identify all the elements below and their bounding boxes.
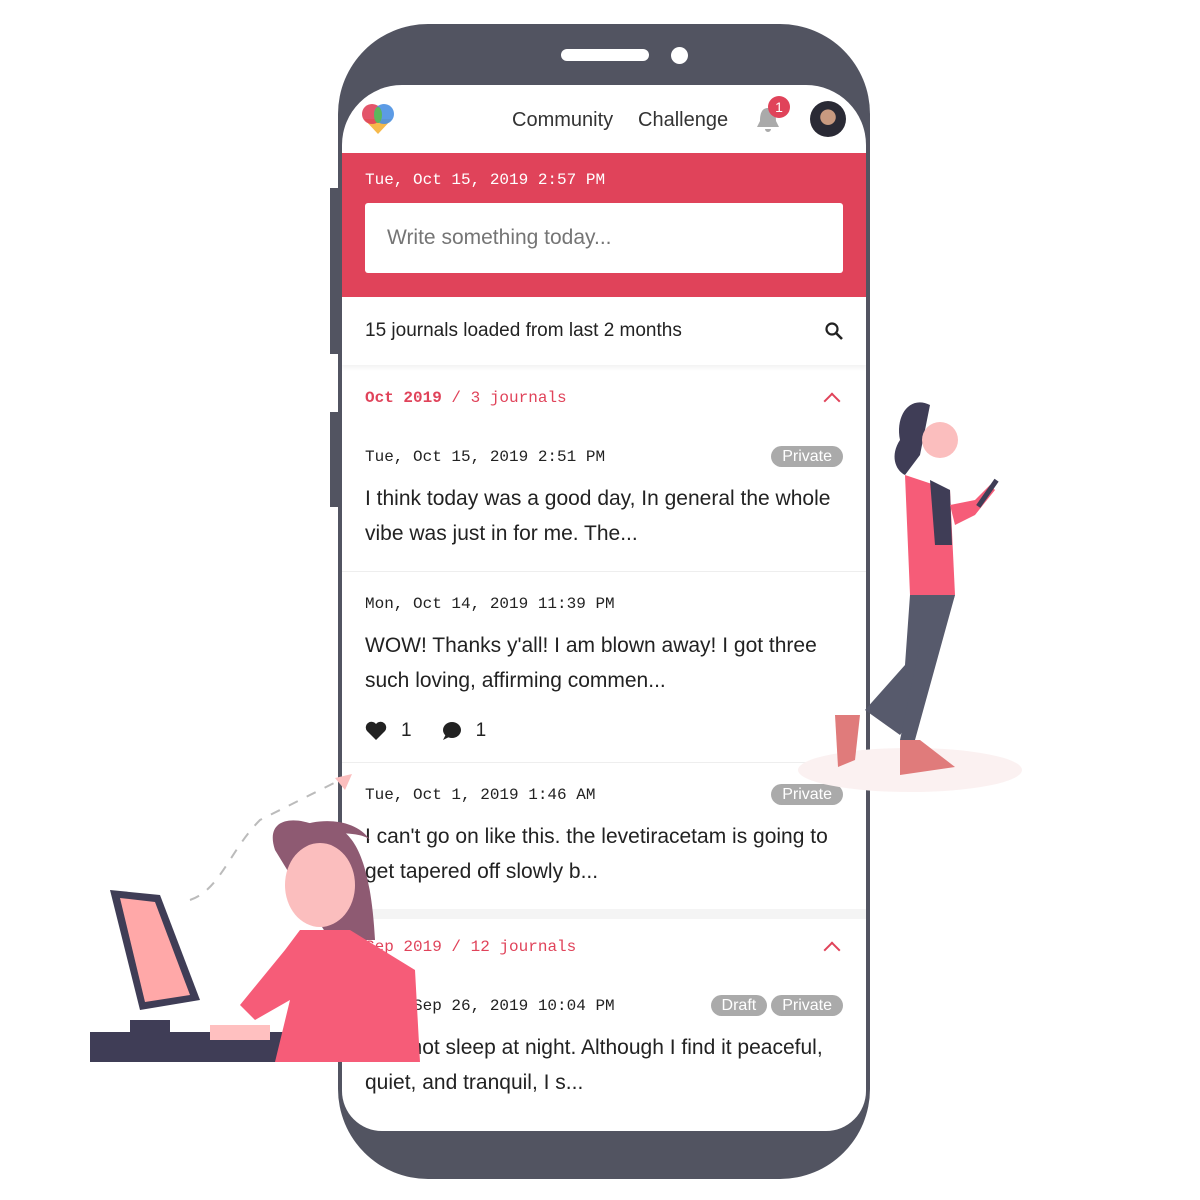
nav-challenge[interactable]: Challenge: [638, 109, 728, 132]
month-group-header[interactable]: Oct 2019 / 3 journals: [342, 370, 866, 425]
entry-text: I can't go on like this. the levetiracet…: [365, 825, 828, 883]
notification-badge: 1: [768, 96, 790, 118]
journal-entry[interactable]: Tue, Oct 15, 2019 2:51 PM Private I think…: [342, 425, 866, 572]
group-count: / 3 journals: [451, 388, 567, 407]
chevron-up-icon[interactable]: [823, 941, 841, 958]
like-count: 1: [401, 720, 412, 741]
app-logo-icon[interactable]: [360, 103, 396, 135]
group-count: / 12 journals: [451, 937, 577, 956]
app-screen: Community Challenge 1 Tue, Oct 15, 2019 …: [342, 85, 866, 1131]
top-nav: Community Challenge 1: [342, 85, 866, 153]
entry-text: I think today was a good day, In general…: [365, 487, 831, 545]
nav-community[interactable]: Community: [512, 109, 613, 132]
journal-entry[interactable]: Tue, Oct 1, 2019 1:46 AM Private I can't …: [342, 763, 866, 909]
walking-woman-illustration: [798, 402, 1022, 792]
journal-summary: 15 journals loaded from last 2 months: [342, 297, 866, 365]
month-group-header[interactable]: Sep 2019 / 12 journals: [342, 919, 866, 974]
journal-entry[interactable]: Mon, Oct 14, 2019 11:39 PM WOW! Thanks y…: [342, 572, 866, 763]
entry-date: Mon, Oct 14, 2019 11:39 PM: [365, 595, 615, 613]
entry-date: Tue, Oct 15, 2019 2:51 PM: [365, 448, 606, 466]
avatar[interactable]: [810, 101, 846, 137]
search-icon[interactable]: [824, 321, 844, 341]
entry-text: WOW! Thanks y'all! I am blown away! I go…: [365, 634, 817, 692]
comment-count: 1: [475, 720, 487, 741]
composer: Tue, Oct 15, 2019 2:57 PM: [342, 153, 866, 297]
phone-side-button: [330, 412, 342, 507]
phone-speaker: [561, 49, 649, 61]
divider: [342, 909, 866, 919]
desk-woman-illustration: [90, 774, 420, 1062]
journal-input[interactable]: [365, 203, 843, 273]
phone-side-button: [330, 188, 342, 354]
composer-datetime: Tue, Oct 15, 2019 2:57 PM: [365, 171, 606, 189]
draft-tag: Draft: [710, 995, 768, 1016]
phone-camera: [671, 47, 688, 64]
journal-entry[interactable]: Thu, Sep 26, 2019 10:04 PM Draft Private I…: [342, 974, 866, 1120]
group-month: Oct 2019: [365, 388, 442, 407]
entry-text: I cannot sleep at night. Although I find…: [365, 1036, 823, 1094]
summary-text: 15 journals loaded from last 2 months: [365, 320, 682, 341]
comment-icon[interactable]: [440, 721, 462, 741]
heart-icon[interactable]: [365, 721, 387, 741]
private-tag: Private: [771, 995, 843, 1016]
